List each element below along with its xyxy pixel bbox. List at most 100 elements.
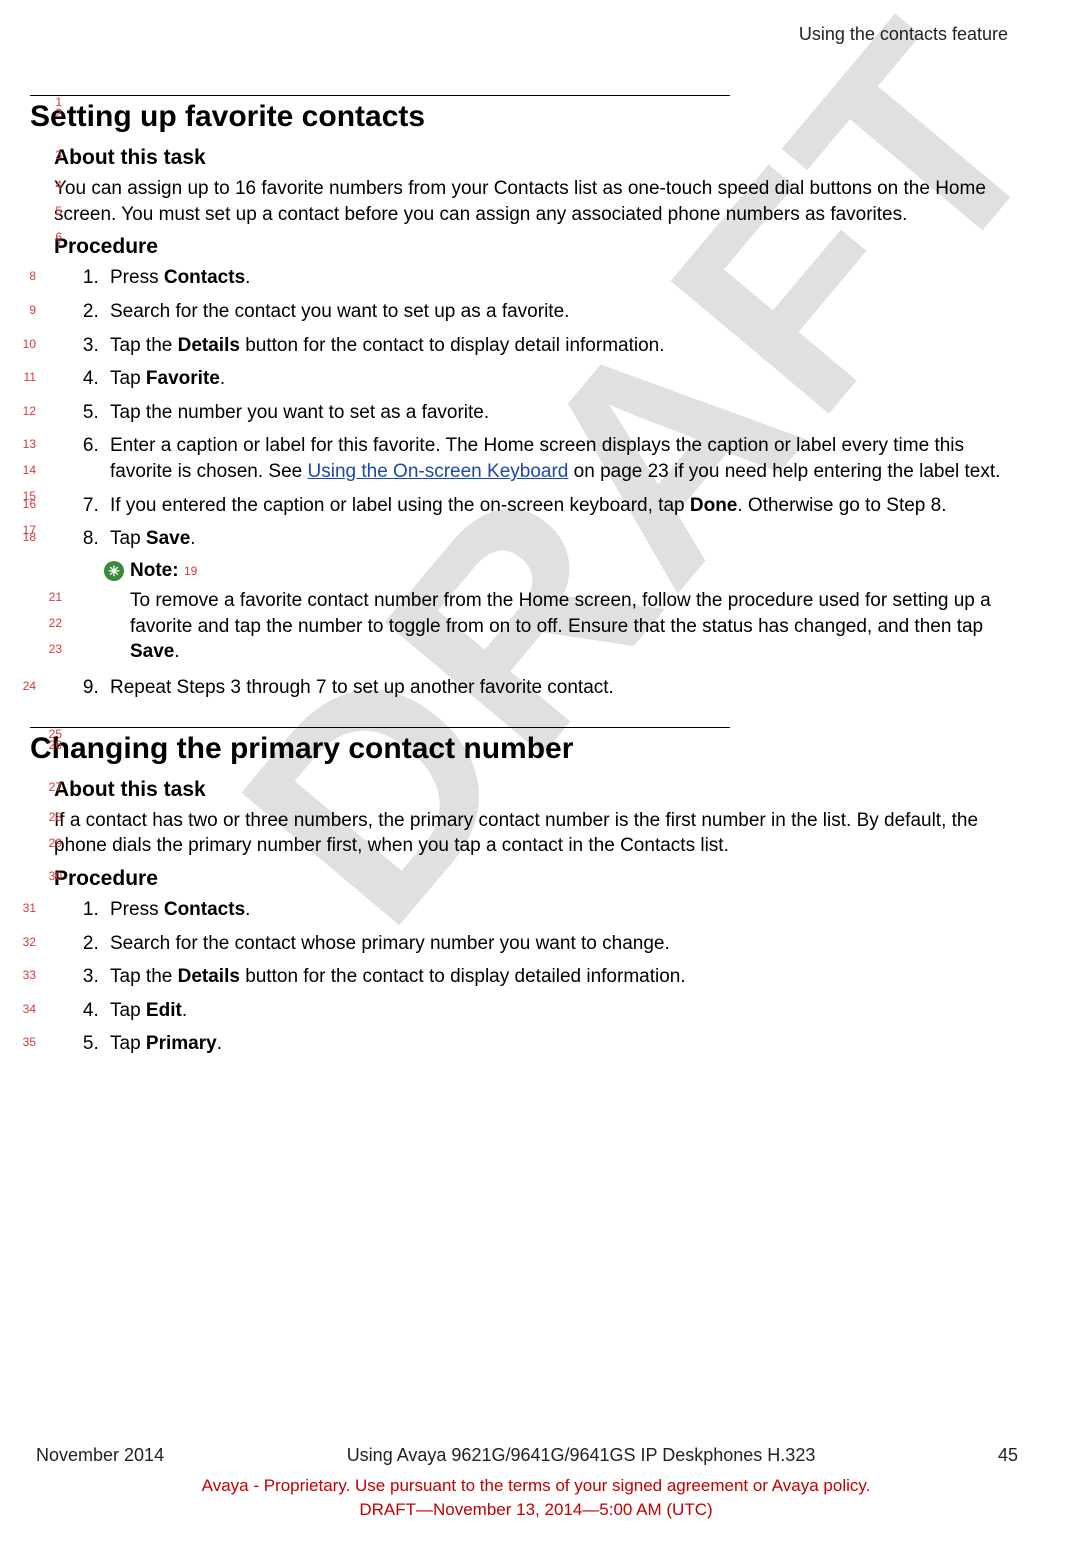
procedure-list-1-cont: 24 Repeat Steps 3 through 7 to set up an…	[104, 675, 1008, 701]
line-number: 35	[18, 1034, 36, 1050]
step-text: Tap	[110, 1000, 146, 1021]
section-rule	[30, 727, 730, 728]
keyboard-link[interactable]: Using the On-screen Keyboard	[308, 461, 569, 482]
step-text: Tap the	[110, 966, 178, 987]
note-body: To remove a favorite contact number from…	[130, 588, 998, 665]
footer-draft-stamp: DRAFT—November 13, 2014—5:00 AM (UTC)	[0, 1498, 1072, 1522]
line-number: 33	[18, 967, 36, 983]
line-number: 30	[44, 869, 62, 883]
step-bold: Done	[690, 495, 738, 516]
step-text: Search for the contact you want to set u…	[110, 301, 569, 322]
list-item: 34 Tap Edit.	[104, 998, 1008, 1024]
step-text: button for the contact to display detail…	[240, 335, 665, 356]
list-item: 8 Press Contacts.	[104, 265, 1008, 291]
procedure-list-1: 8 Press Contacts. 9 Search for the conta…	[104, 265, 1008, 552]
line-number: 19	[184, 564, 197, 578]
step-text: Tap the number you want to set as a favo…	[110, 402, 489, 423]
note-row: 19 ✳ Note:	[104, 560, 1008, 582]
line-number: 24	[18, 678, 36, 694]
line-number: 21	[44, 590, 62, 604]
list-item: 12 Tap the number you want to set as a f…	[104, 400, 1008, 426]
line-number: 29	[44, 836, 62, 850]
list-item: 18 Tap Save.	[104, 526, 1008, 552]
note-label: Note:	[130, 560, 179, 582]
step-text: Tap	[110, 1033, 146, 1054]
step-text: If you entered the caption or label usin…	[110, 495, 690, 516]
footer-doc-title: Using Avaya 9621G/9641G/9641GS IP Deskph…	[347, 1443, 816, 1468]
line-number: 22	[44, 616, 62, 630]
step-text: Repeat Steps 3 through 7 to set up anoth…	[110, 677, 614, 698]
line-number: 10	[18, 336, 36, 352]
line-number: 11	[18, 369, 36, 385]
step-bold: Save	[146, 528, 190, 549]
step-text: Tap	[110, 528, 146, 549]
line-number: 26	[44, 738, 62, 752]
note-bold: Save	[130, 641, 174, 662]
step-text: .	[190, 528, 195, 549]
procedure-list-2: 31 Press Contacts. 32 Search for the con…	[104, 897, 1008, 1057]
line-number: 3	[44, 148, 62, 162]
list-item: 33 Tap the Details button for the contac…	[104, 964, 1008, 990]
about-heading-2: About this task	[54, 778, 1008, 802]
line-number: 18	[18, 529, 36, 545]
line-number: 28	[44, 810, 62, 824]
note-text: To remove a favorite contact number from…	[130, 590, 991, 637]
line-number: 13	[18, 436, 36, 452]
step-text: Search for the contact whose primary num…	[110, 933, 670, 954]
list-item: 9 Search for the contact you want to set…	[104, 299, 1008, 325]
procedure-heading-1: Procedure	[54, 235, 1008, 259]
step-text: .	[245, 899, 250, 920]
line-number: 32	[18, 934, 36, 950]
about-heading-1: About this task	[54, 146, 1008, 170]
list-item: 24 Repeat Steps 3 through 7 to set up an…	[104, 675, 1008, 701]
line-number: 5	[44, 204, 62, 218]
step-bold: Primary	[146, 1033, 217, 1054]
step-text: .	[245, 267, 250, 288]
note-text: .	[174, 641, 179, 662]
procedure-heading-2: Procedure	[54, 867, 1008, 891]
line-number: 4	[44, 178, 62, 192]
step-text: button for the contact to display detail…	[240, 966, 686, 987]
about-text-2: If a contact has two or three numbers, t…	[54, 808, 1008, 859]
line-number: 23	[44, 642, 62, 656]
page-content: Using the contacts feature 1 2 Setting u…	[0, 0, 1072, 1057]
note-icon: ✳	[104, 561, 124, 581]
line-number: 9	[18, 302, 36, 318]
section-title-1: Setting up favorite contacts	[30, 100, 1008, 134]
list-item: 13 14 15 Enter a caption or label for th…	[104, 433, 1008, 484]
line-number: 12	[18, 403, 36, 419]
list-item: 16 17 If you entered the caption or labe…	[104, 493, 1008, 519]
footer-date: November 2014	[36, 1443, 164, 1468]
step-bold: Details	[178, 335, 240, 356]
step-bold: Contacts	[164, 899, 245, 920]
line-number: 16	[18, 496, 36, 512]
page-footer: November 2014 Using Avaya 9621G/9641G/96…	[0, 1443, 1072, 1522]
section-title-2: Changing the primary contact number	[30, 732, 1008, 766]
step-text: .	[217, 1033, 222, 1054]
list-item: 10 Tap the Details button for the contac…	[104, 333, 1008, 359]
line-number: 8	[18, 268, 36, 284]
step-text: on page 23 if you need help entering the…	[568, 461, 1000, 482]
line-number: 7	[44, 237, 62, 251]
line-number: 31	[18, 900, 36, 916]
running-header: Using the contacts feature	[30, 24, 1008, 45]
step-bold: Contacts	[164, 267, 245, 288]
list-item: 31 Press Contacts.	[104, 897, 1008, 923]
about-text-1: You can assign up to 16 favorite numbers…	[54, 176, 1008, 227]
step-text: Tap the	[110, 335, 178, 356]
step-bold: Details	[178, 966, 240, 987]
step-text: Tap	[110, 368, 146, 389]
line-number: 27	[44, 780, 62, 794]
step-text: .	[182, 1000, 187, 1021]
footer-page-num: 45	[998, 1443, 1018, 1468]
list-item: 11 Tap Favorite.	[104, 366, 1008, 392]
step-bold: Edit	[146, 1000, 182, 1021]
line-number: 34	[18, 1001, 36, 1017]
list-item: 35 Tap Primary.	[104, 1031, 1008, 1057]
line-number: 14	[18, 462, 36, 478]
section-rule	[30, 95, 730, 96]
list-item: 32 Search for the contact whose primary …	[104, 931, 1008, 957]
step-text: Press	[110, 267, 164, 288]
step-bold: Favorite	[146, 368, 220, 389]
footer-proprietary: Avaya - Proprietary. Use pursuant to the…	[0, 1474, 1072, 1498]
